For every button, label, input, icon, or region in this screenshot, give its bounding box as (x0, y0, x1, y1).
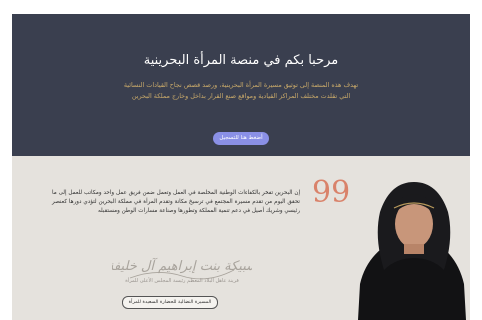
welcome-description-line: تهدف هذه المنصة إلى توثيق مسيرة المرأة ا… (123, 81, 359, 89)
quote-mark-icon: 99 (312, 175, 351, 210)
quote-text: إن البحرين تفخر بالكفاءات الوطنية المخلص… (52, 190, 300, 214)
welcome-description: تهدف هذه المنصة إلى توثيق مسيرة المرأة ا… (52, 80, 430, 102)
portrait-image (358, 182, 466, 320)
welcome-banner: مرحبا بكم في منصة المرأة البحرينية تهدف … (12, 14, 470, 156)
register-button[interactable]: أضغط هنا للتسجيل (213, 132, 269, 145)
welcome-description-line: التي تقلدت مختلف المراكز القيادية ومواقع… (131, 92, 351, 100)
portrait-neck (404, 244, 424, 254)
page-title: مرحبا بكم في منصة المرأة البحرينية (143, 53, 339, 68)
signature-caption: قرينة عاهل البلاد المعظم رئيسة المجلس ال… (125, 278, 239, 284)
journey-button[interactable]: المسيرة النضالية للحضارة السعيدة للمرأة (122, 296, 218, 309)
quote-section: 99 إن البحرين تفخر بالكفاءات الوطنية الم… (12, 156, 470, 320)
signature-image: سبيكة بنت إبراهيم آل خليفة (112, 257, 252, 280)
